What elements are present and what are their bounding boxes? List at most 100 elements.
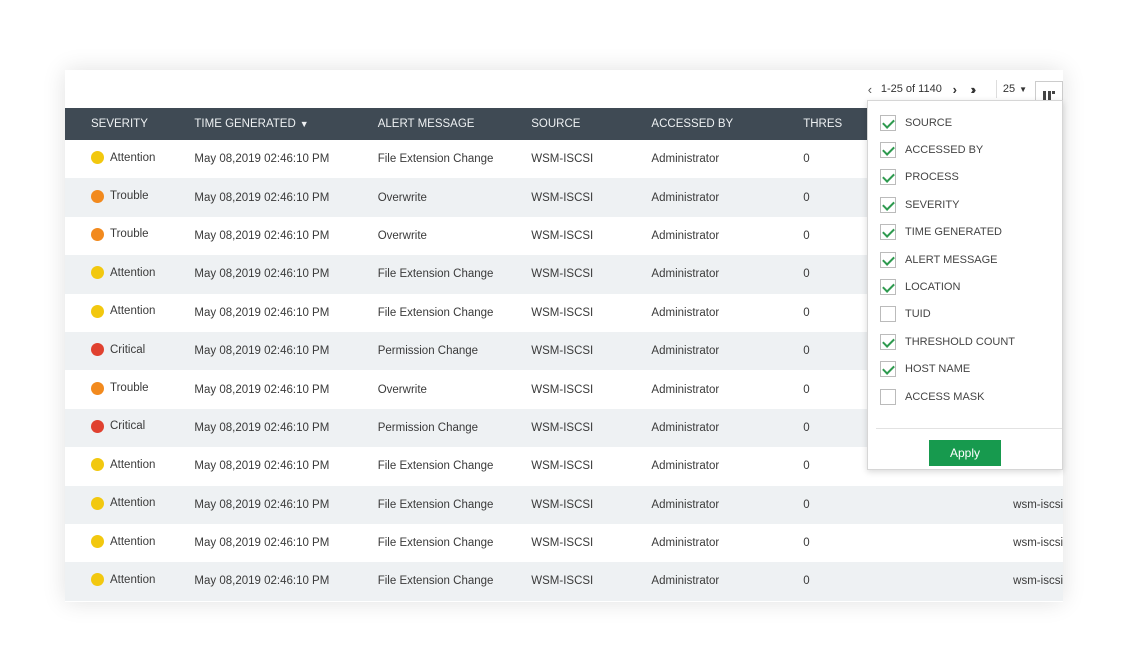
message-cell: File Extension Change — [377, 460, 494, 473]
accessed-by-cell: Administrator — [651, 498, 720, 511]
severity-label: Attention — [110, 573, 156, 586]
time-cell: May 08,2019 02:46:10 PM — [194, 575, 330, 588]
severity-dot-icon — [91, 227, 104, 241]
severity-cell: Trouble — [65, 370, 194, 408]
table-row[interactable]: Attention May 08,2019 02:46:10 PM File Ext… — [65, 523, 1063, 563]
checkbox-checked-icon[interactable] — [880, 142, 896, 159]
severity-dot-icon — [91, 573, 104, 587]
checkbox-checked-icon[interactable] — [880, 224, 896, 241]
message-cell: File Extension Change — [377, 575, 494, 588]
column-option[interactable]: ALERT MESSAGE — [868, 246, 1062, 273]
severity-cell: Attention — [65, 562, 194, 600]
accessed-by-cell: Administrator — [651, 575, 720, 588]
checkbox-unchecked-icon[interactable] — [880, 388, 896, 405]
message-cell: Permission Change — [377, 421, 479, 434]
severity-dot-icon — [91, 151, 104, 165]
severity-label: Attention — [110, 458, 156, 471]
column-option-label: LOCATION — [905, 281, 961, 294]
page-size-select[interactable]: 25 ▼ — [1003, 83, 1027, 95]
threshold-cell: 0 — [803, 498, 810, 511]
source-cell: WSM-ISCSI — [531, 306, 594, 319]
column-option[interactable]: HOST NAME — [868, 356, 1062, 383]
chevron-left-icon[interactable]: ‹ — [863, 82, 877, 97]
host-name-cell: wsm-iscsi — [1013, 575, 1063, 588]
checkbox-checked-icon[interactable] — [880, 361, 896, 378]
column-header-alert-message[interactable]: ALERT MESSAGE — [378, 108, 532, 140]
double-chevron-right-icon[interactable]: ›› — [962, 82, 982, 97]
severity-cell: Trouble — [65, 217, 194, 255]
caret-down-icon: ▼ — [1019, 84, 1027, 94]
checkbox-unchecked-icon[interactable] — [880, 306, 896, 323]
severity-dot-icon — [91, 535, 104, 549]
column-option[interactable]: ACCESSED BY — [868, 136, 1062, 163]
accessed-by-cell: Administrator — [651, 383, 720, 396]
severity-label: Trouble — [110, 228, 149, 241]
column-option[interactable]: ACCESS MASK — [868, 383, 1062, 410]
chevron-right-icon[interactable]: › — [948, 82, 962, 97]
source-cell: WSM-ISCSI — [531, 191, 594, 204]
column-option[interactable]: TIME GENERATED — [868, 219, 1062, 246]
time-cell: May 08,2019 02:46:10 PM — [194, 498, 330, 511]
column-header-source[interactable]: SOURCE — [531, 108, 651, 140]
time-cell: May 08,2019 02:46:10 PM — [194, 537, 330, 550]
severity-label: Attention — [110, 266, 156, 279]
accessed-by-cell: Administrator — [651, 153, 720, 166]
accessed-by-cell: Administrator — [651, 306, 720, 319]
time-cell: May 08,2019 02:46:10 PM — [194, 153, 330, 166]
message-cell: Overwrite — [377, 383, 427, 396]
column-option[interactable]: SOURCE — [868, 109, 1062, 136]
checkbox-checked-icon[interactable] — [880, 114, 896, 131]
severity-label: Attention — [110, 151, 156, 164]
column-option-label: HOST NAME — [905, 363, 971, 376]
column-header-time-generated[interactable]: TIME GENERATED ▼ — [194, 108, 377, 140]
time-cell: May 08,2019 02:46:10 PM — [194, 268, 330, 281]
column-option-label: PROCESS — [905, 171, 959, 184]
accessed-by-cell: Administrator — [651, 460, 720, 473]
severity-dot-icon — [91, 496, 104, 510]
column-header-accessed-by[interactable]: ACCESSED BY — [651, 108, 803, 140]
severity-label: Attention — [110, 305, 156, 318]
checkbox-checked-icon[interactable] — [880, 333, 896, 350]
time-cell: May 08,2019 02:46:10 PM — [194, 421, 330, 434]
severity-cell: Attention — [65, 294, 194, 332]
time-cell: May 08,2019 02:46:10 PM — [194, 345, 330, 358]
apply-button[interactable]: Apply — [929, 440, 1001, 466]
accessed-by-cell: Administrator — [651, 421, 720, 434]
checkbox-checked-icon[interactable] — [880, 251, 896, 268]
checkbox-checked-icon[interactable] — [880, 279, 896, 296]
source-cell: WSM-ISCSI — [531, 460, 594, 473]
table-row[interactable]: Attention May 08,2019 02:46:10 PM File Ext… — [65, 562, 1063, 601]
severity-cell: Attention — [65, 140, 194, 178]
column-option[interactable]: LOCATION — [868, 273, 1062, 300]
column-option-label: TUID — [905, 308, 931, 321]
column-option[interactable]: PROCESS — [868, 164, 1062, 191]
severity-cell: Trouble — [65, 178, 194, 216]
source-cell: WSM-ISCSI — [531, 268, 594, 281]
accessed-by-cell: Administrator — [651, 345, 720, 358]
column-option[interactable]: TUID — [868, 301, 1062, 328]
page-size-value: 25 — [1002, 83, 1016, 95]
pager-divider — [995, 80, 997, 98]
message-cell: Overwrite — [377, 229, 427, 242]
severity-dot-icon — [91, 343, 104, 357]
severity-dot-icon — [91, 304, 104, 318]
severity-label: Critical — [110, 420, 146, 433]
severity-dot-icon — [91, 266, 104, 280]
severity-dot-icon — [91, 189, 104, 203]
checkbox-checked-icon[interactable] — [880, 169, 896, 186]
message-cell: File Extension Change — [377, 537, 494, 550]
table-row[interactable]: Attention May 08,2019 02:46:10 PM File Ext… — [65, 485, 1063, 524]
column-option-label: SEVERITY — [905, 198, 960, 211]
column-option[interactable]: THRESHOLD COUNT — [868, 328, 1062, 355]
source-cell: WSM-ISCSI — [531, 537, 594, 550]
source-cell: WSM-ISCSI — [531, 498, 594, 511]
column-header-severity[interactable]: SEVERITY — [65, 108, 194, 140]
column-option[interactable]: SEVERITY — [868, 191, 1062, 218]
accessed-by-cell: Administrator — [651, 537, 720, 550]
time-cell: May 08,2019 02:46:10 PM — [194, 191, 330, 204]
checkbox-checked-icon[interactable] — [880, 196, 896, 213]
source-cell: WSM-ISCSI — [531, 345, 594, 358]
message-cell: File Extension Change — [377, 498, 494, 511]
column-option-label: ACCESSED BY — [905, 144, 984, 157]
column-option-label: THRESHOLD COUNT — [905, 335, 1016, 348]
